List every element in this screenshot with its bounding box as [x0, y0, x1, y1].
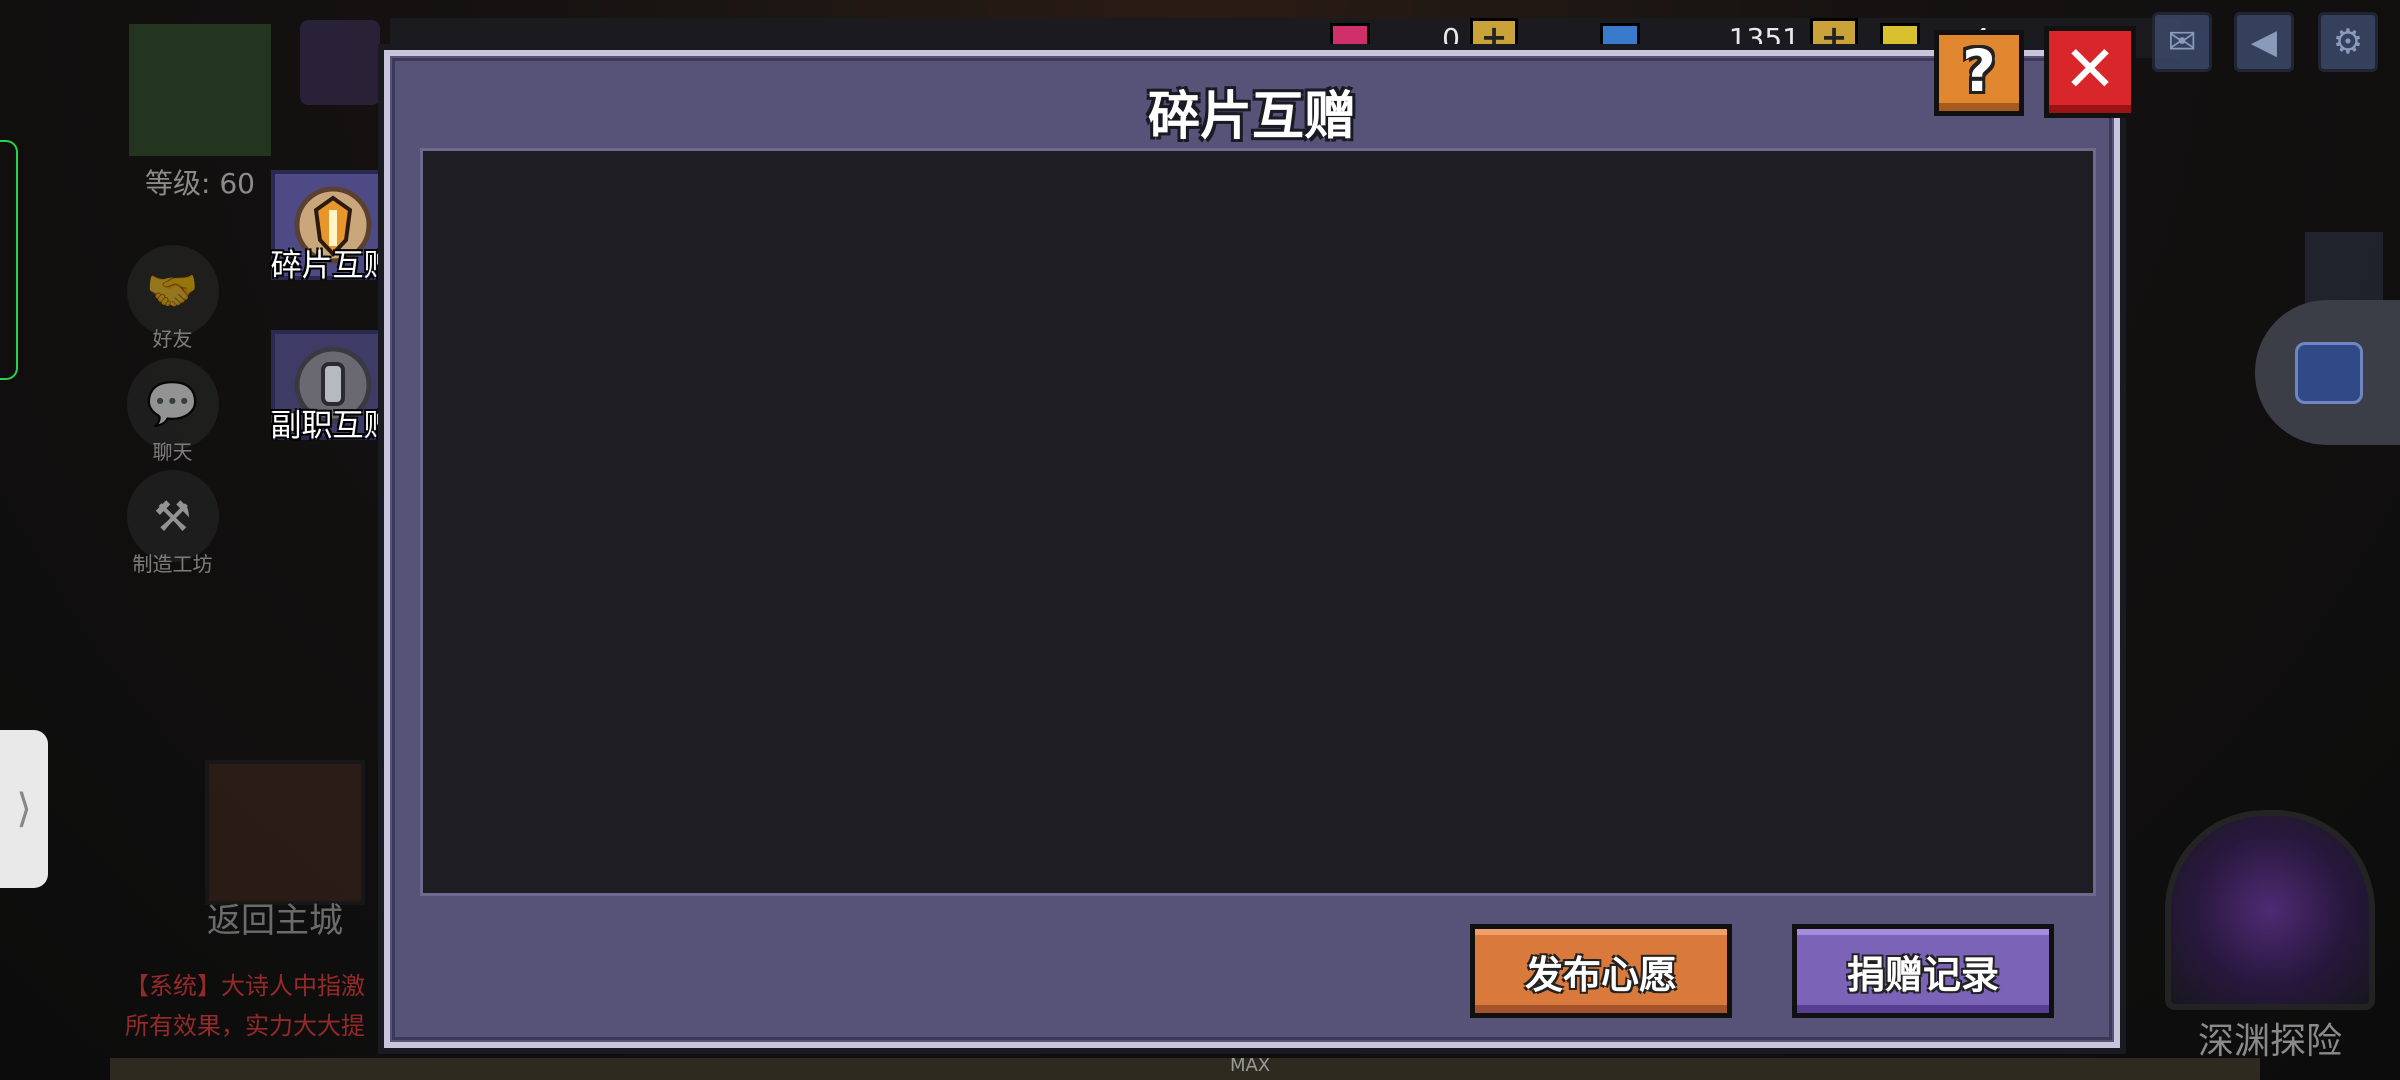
blue-gem-icon — [1600, 23, 1640, 53]
avatar[interactable] — [300, 20, 380, 105]
publish-wish-button[interactable]: 发布心愿 — [1470, 924, 1732, 1018]
friends-label: 好友 — [152, 327, 193, 351]
assistant-icon — [2295, 341, 2363, 404]
red-gem-icon — [1330, 23, 1370, 53]
friends-button[interactable]: 🤝 好友 — [125, 245, 220, 352]
character-icon[interactable] — [2305, 232, 2383, 310]
left-edge-indicator — [0, 140, 18, 380]
workshop-button[interactable]: ⚒ 制造工坊 — [125, 470, 220, 577]
workshop-label: 制造工坊 — [132, 552, 213, 576]
system-message: 【系统】大诗人中指激 所有效果，实力大大提 — [125, 966, 385, 1046]
back-to-city-label: 返回主城 — [207, 901, 343, 941]
door-icon — [205, 760, 365, 905]
tab-fragment-gift[interactable]: 碎片互赠 — [265, 170, 400, 285]
donation-record-button[interactable]: 捐赠记录 — [1792, 924, 2054, 1018]
fragment-gift-dialog: 碎片互赠 发布心愿 捐赠记录 — [384, 50, 2120, 1048]
system-message-line: 【系统】大诗人中指激 — [125, 972, 365, 1000]
experience-bar: MAX — [110, 1055, 2260, 1080]
max-label: MAX — [1230, 1055, 1271, 1076]
tab-label: 副职互赠 — [270, 408, 395, 444]
portal-icon — [2165, 810, 2375, 1010]
abyss-explore-button[interactable]: 深渊探险 — [2150, 810, 2390, 1062]
coin-icon — [1880, 23, 1920, 53]
system-message-line: 所有效果，实力大大提 — [125, 1012, 365, 1040]
help-button[interactable]: ? — [1934, 30, 2024, 116]
chat-label: 聊天 — [152, 440, 193, 464]
floating-assistant-button[interactable] — [2255, 300, 2400, 445]
dialog-title: 碎片互赠 — [1147, 87, 1356, 147]
settings-icon[interactable]: ⚙ — [2318, 12, 2378, 72]
tab-label: 碎片互赠 — [270, 248, 395, 284]
back-to-city-button[interactable]: 返回主城 — [160, 760, 390, 942]
player-level: 等级: 60 — [145, 167, 255, 200]
chat-button[interactable]: 💬 聊天 — [125, 358, 220, 465]
expand-handle[interactable]: ⟩ — [0, 730, 48, 888]
mail-icon[interactable]: ✉ — [2152, 12, 2212, 72]
abyss-label: 深渊探险 — [2197, 1021, 2342, 1062]
tab-job-gift[interactable]: 副职互赠 — [265, 330, 400, 445]
world-map-icon[interactable] — [125, 20, 275, 160]
close-button[interactable]: ✕ — [2044, 26, 2136, 118]
gift-list-area — [420, 148, 2096, 896]
speaker-icon[interactable]: ◀ — [2234, 12, 2294, 72]
